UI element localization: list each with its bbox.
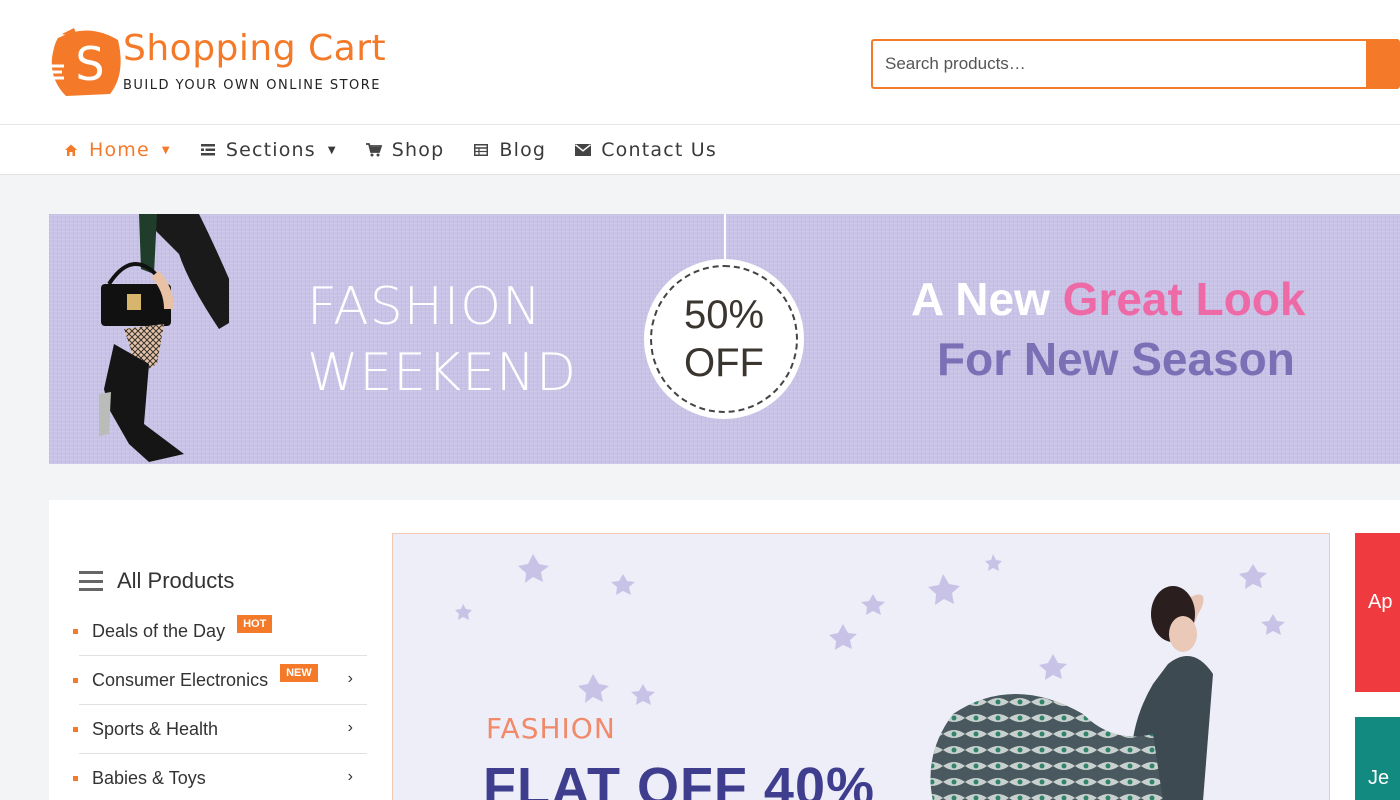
promo-headline-prefix: A New (911, 273, 1050, 325)
bullet-icon (73, 629, 78, 634)
cart-icon (365, 141, 383, 159)
nav-label-blog: Blog (499, 139, 547, 161)
hero-slide[interactable]: FASHION FLAT OFF 40% (392, 533, 1330, 800)
nav-label-sections: Sections (225, 139, 316, 161)
side-banner-label: Je (1368, 767, 1390, 789)
promo-fashion-weekend: FASHION WEEKEND (307, 274, 577, 406)
category-label: Babies & Toys (92, 768, 206, 788)
blog-icon (472, 141, 490, 159)
side-banner-label: Ap (1368, 591, 1393, 613)
category-item-deals[interactable]: Deals of the Day HOT (73, 607, 367, 656)
main-nav: Home ▼ Sections ▼ Shop Blog Contact Us (0, 125, 1400, 175)
site-logo[interactable]: S Shopping Cart BUILD YOUR OWN ONLINE ST… (48, 22, 388, 102)
chevron-right-icon: › (347, 768, 353, 785)
category-item-babies[interactable]: Babies & Toys › (73, 754, 367, 800)
logo-letter: S (75, 37, 104, 91)
side-banner-red[interactable]: Ap (1355, 533, 1400, 692)
site-title[interactable]: Shopping Cart (123, 28, 386, 69)
promo-tag-string (724, 214, 726, 262)
category-list: Deals of the Day HOT Consumer Electronic… (73, 607, 367, 800)
promo-headline: A New Great Look (911, 272, 1306, 326)
search-input[interactable] (873, 41, 1366, 87)
promo-fashion-line1: FASHION (307, 277, 542, 337)
site-header: S Shopping Cart BUILD YOUR OWN ONLINE ST… (0, 0, 1400, 125)
chevron-down-icon: ▼ (161, 144, 171, 156)
home-icon (62, 141, 80, 159)
side-banner-teal[interactable]: Je (1355, 717, 1400, 800)
nav-label-contact: Contact Us (601, 139, 717, 161)
category-label: Consumer Electronics (92, 669, 269, 690)
discount-value: 50% (683, 293, 765, 337)
search-bar (871, 39, 1400, 89)
nav-item-shop[interactable]: Shop (365, 139, 445, 161)
nav-label-shop: Shop (391, 139, 445, 161)
new-badge: NEW (280, 664, 318, 682)
fashion-model-image (99, 214, 229, 462)
nav-item-home[interactable]: Home ▼ (62, 139, 171, 161)
shopping-bag-logo-icon: S (48, 28, 121, 96)
discount-badge: 50% OFF (644, 259, 804, 419)
chevron-right-icon: › (347, 670, 353, 687)
envelope-icon (574, 141, 592, 159)
categories-header[interactable]: All Products (79, 568, 234, 594)
nav-item-blog[interactable]: Blog (472, 139, 546, 161)
site-tagline: BUILD YOUR OWN ONLINE STORE (123, 78, 382, 93)
sections-icon (199, 141, 217, 159)
nav-list: Home ▼ Sections ▼ Shop Blog Contact Us (62, 125, 745, 175)
nav-item-sections[interactable]: Sections ▼ (199, 139, 337, 161)
bullet-icon (73, 678, 78, 683)
category-item-sports[interactable]: Sports & Health › (73, 705, 367, 754)
promo-headline-highlight: Great Look (1062, 273, 1306, 325)
search-button[interactable] (1366, 41, 1398, 87)
category-label: Sports & Health (92, 718, 219, 739)
promo-fashion-line2: WEEKEND (307, 343, 578, 403)
slide-headline: FLAT OFF 40% (483, 757, 876, 800)
discount-label: OFF (684, 341, 764, 385)
slide-kicker: FASHION (486, 712, 616, 745)
main-content: All Products Deals of the Day HOT Consum… (49, 500, 1400, 800)
hot-badge: HOT (237, 615, 273, 633)
category-item-electronics[interactable]: Consumer Electronics NEW › (73, 656, 367, 705)
chevron-down-icon: ▼ (327, 144, 337, 156)
categories-title: All Products (117, 568, 235, 593)
nav-item-contact[interactable]: Contact Us (574, 139, 717, 161)
nav-label-home: Home (89, 139, 150, 161)
promo-banner[interactable]: FASHION WEEKEND 50% OFF A New Great Look… (49, 214, 1400, 464)
bullet-icon (73, 776, 78, 781)
category-label: Deals of the Day (92, 620, 226, 641)
promo-subheadline: For New Season (937, 333, 1295, 385)
chevron-right-icon: › (347, 719, 353, 736)
menu-icon (79, 571, 103, 591)
bullet-icon (73, 727, 78, 732)
